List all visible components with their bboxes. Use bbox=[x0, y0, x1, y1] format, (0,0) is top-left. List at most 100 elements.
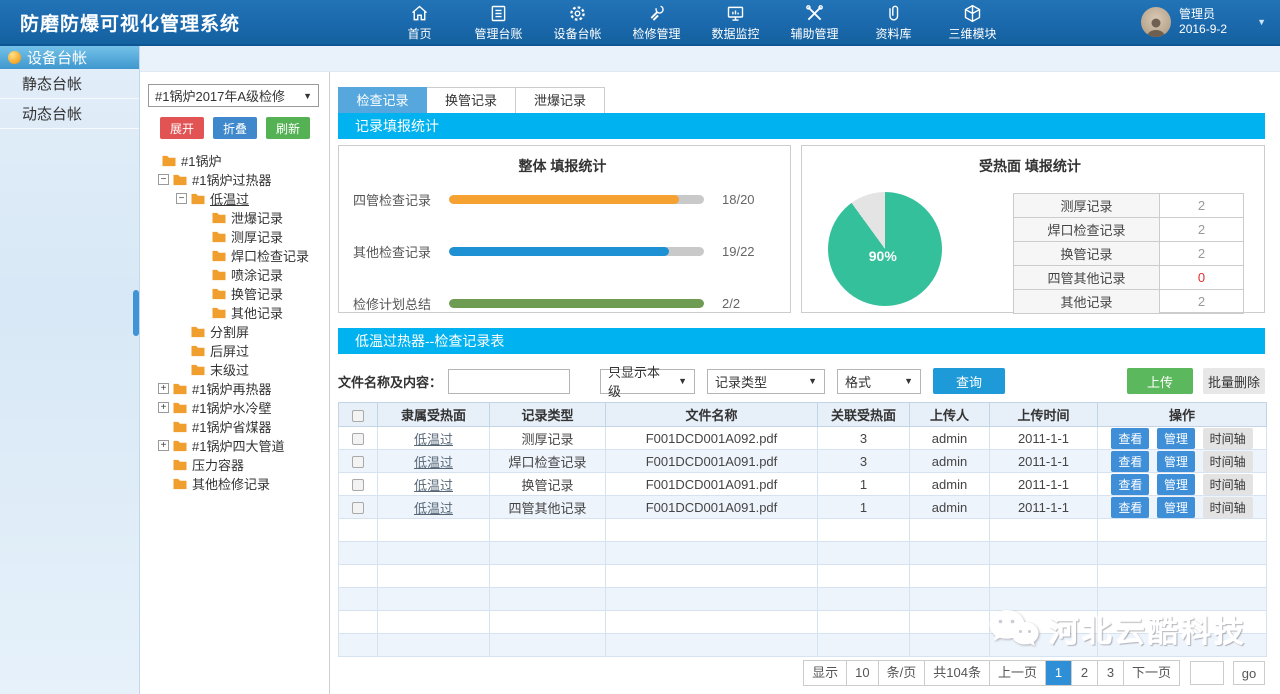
record-type-cell: 四管其他记录 bbox=[490, 496, 606, 519]
search-button[interactable]: 查询 bbox=[933, 368, 1005, 394]
nav-item-3d[interactable]: 三维模块 bbox=[933, 0, 1012, 44]
file-name-input[interactable] bbox=[448, 369, 570, 394]
tree-node[interactable]: +#1锅炉水冷壁 bbox=[140, 398, 329, 417]
row-checkbox[interactable] bbox=[352, 479, 364, 491]
table-row: 测厚记录2 bbox=[1014, 194, 1244, 218]
refresh-button[interactable]: 刷新 bbox=[266, 117, 310, 139]
plan-select-value: #1锅炉2017年A级检修 bbox=[155, 86, 285, 105]
sidebar: 设备台帐 静态台帐 动态台帐 bbox=[0, 46, 140, 694]
sidebar-item-dynamic-ledger[interactable]: 动态台帐 bbox=[0, 99, 139, 129]
nav-label: 资料库 bbox=[875, 25, 911, 42]
surface-link[interactable]: 低温过 bbox=[414, 501, 453, 516]
bar-value: 18/20 bbox=[722, 192, 755, 207]
tree-node[interactable]: 其他记录 bbox=[140, 303, 329, 322]
folder-icon bbox=[211, 306, 227, 319]
format-select[interactable]: 格式 ▼ bbox=[837, 369, 921, 394]
tree-node-label: 焊口检查记录 bbox=[231, 246, 309, 265]
folder-icon bbox=[211, 249, 227, 262]
tree-node[interactable]: #1锅炉 bbox=[140, 151, 329, 170]
collapse-button[interactable]: 折叠 bbox=[213, 117, 257, 139]
expander-icon[interactable]: + bbox=[158, 440, 169, 451]
tree-node[interactable]: 末级过 bbox=[140, 360, 329, 379]
tree-node[interactable]: −#1锅炉过热器 bbox=[140, 170, 329, 189]
expand-button[interactable]: 展开 bbox=[160, 117, 204, 139]
expander-icon[interactable]: − bbox=[176, 193, 187, 204]
sidebar-item-static-ledger[interactable]: 静态台帐 bbox=[0, 69, 139, 99]
page-button-3[interactable]: 3 bbox=[1097, 661, 1123, 685]
row-checkbox[interactable] bbox=[352, 456, 364, 468]
timeline-button[interactable]: 时间轴 bbox=[1203, 497, 1253, 518]
tree-node[interactable]: 焊口检查记录 bbox=[140, 246, 329, 265]
manage-button[interactable]: 管理 bbox=[1157, 451, 1195, 472]
tree-node[interactable]: 喷涂记录 bbox=[140, 265, 329, 284]
tab-inspection-records[interactable]: 检查记录 bbox=[338, 87, 427, 113]
expander-icon[interactable]: − bbox=[158, 174, 169, 185]
page-size-select[interactable]: 10 bbox=[846, 661, 877, 685]
surface-count-label: 其他记录 bbox=[1014, 290, 1160, 314]
chevron-down-icon[interactable]: ▼ bbox=[1257, 17, 1266, 27]
expander-icon[interactable]: + bbox=[158, 402, 169, 413]
user-name: 管理员 bbox=[1179, 7, 1227, 22]
pager-perpage-label: 条/页 bbox=[878, 661, 925, 685]
nav-item-library[interactable]: 资料库 bbox=[854, 0, 933, 44]
surface-link[interactable]: 低温过 bbox=[414, 432, 453, 447]
surface-count: 2 bbox=[1160, 218, 1244, 242]
user-menu[interactable]: 管理员 2016-9-2 ▼ bbox=[1141, 7, 1280, 37]
page-button-1[interactable]: 1 bbox=[1045, 661, 1071, 685]
select-all-checkbox[interactable] bbox=[352, 410, 364, 422]
tab-explosion-records[interactable]: 泄爆记录 bbox=[516, 87, 605, 113]
tree-node[interactable]: 压力容器 bbox=[140, 455, 329, 474]
prev-page-button[interactable]: 上一页 bbox=[989, 661, 1045, 685]
tree-node[interactable]: +#1锅炉再热器 bbox=[140, 379, 329, 398]
tab-tube-replacement-records[interactable]: 换管记录 bbox=[427, 87, 516, 113]
folder-icon bbox=[172, 420, 188, 433]
timeline-button[interactable]: 时间轴 bbox=[1203, 474, 1253, 495]
tree-node[interactable]: −低温过 bbox=[140, 189, 329, 208]
go-button[interactable]: go bbox=[1233, 661, 1265, 685]
timeline-button[interactable]: 时间轴 bbox=[1203, 428, 1253, 449]
manage-button[interactable]: 管理 bbox=[1157, 428, 1195, 449]
pager-show-label: 显示 bbox=[804, 661, 846, 685]
surface-link[interactable]: 低温过 bbox=[414, 478, 453, 493]
view-button[interactable]: 查看 bbox=[1111, 497, 1149, 518]
scrollbar-thumb[interactable] bbox=[133, 290, 139, 336]
scope-select[interactable]: 只显示本级 ▼ bbox=[600, 369, 695, 394]
tree-node[interactable]: 测厚记录 bbox=[140, 227, 329, 246]
tree-node[interactable]: +#1锅炉四大管道 bbox=[140, 436, 329, 455]
linked-surface-cell: 3 bbox=[818, 427, 910, 450]
next-page-button[interactable]: 下一页 bbox=[1123, 661, 1179, 685]
plan-select[interactable]: #1锅炉2017年A级检修 ▼ bbox=[148, 84, 319, 107]
table-row: 换管记录2 bbox=[1014, 242, 1244, 266]
goto-page-input[interactable] bbox=[1190, 661, 1224, 685]
nav-item-equipment[interactable]: 设备台帐 bbox=[538, 0, 617, 44]
tree-node-label: #1锅炉省煤器 bbox=[192, 417, 271, 436]
nav-item-maintenance[interactable]: 检修管理 bbox=[617, 0, 696, 44]
surface-link[interactable]: 低温过 bbox=[414, 455, 453, 470]
view-button[interactable]: 查看 bbox=[1111, 474, 1149, 495]
timeline-button[interactable]: 时间轴 bbox=[1203, 451, 1253, 472]
expander-icon[interactable]: + bbox=[158, 383, 169, 394]
nav-item-ledger[interactable]: 管理台账 bbox=[459, 0, 538, 44]
nav-item-auxiliary[interactable]: 辅助管理 bbox=[775, 0, 854, 44]
view-button[interactable]: 查看 bbox=[1111, 451, 1149, 472]
record-type-select[interactable]: 记录类型 ▼ bbox=[707, 369, 825, 394]
sidebar-item-equipment-ledger[interactable]: 设备台帐 bbox=[0, 46, 139, 69]
tree-node[interactable]: 其他检修记录 bbox=[140, 474, 329, 493]
upload-button[interactable]: 上传 bbox=[1127, 368, 1193, 394]
view-button[interactable]: 查看 bbox=[1111, 428, 1149, 449]
row-checkbox[interactable] bbox=[352, 502, 364, 514]
tree-node[interactable]: 分割屏 bbox=[140, 322, 329, 341]
nav-item-home[interactable]: 首页 bbox=[380, 0, 459, 44]
nav-item-monitor[interactable]: 数据监控 bbox=[696, 0, 775, 44]
folder-icon bbox=[190, 363, 206, 376]
tree-node[interactable]: 泄爆记录 bbox=[140, 208, 329, 227]
manage-button[interactable]: 管理 bbox=[1157, 474, 1195, 495]
tree-node[interactable]: 后屏过 bbox=[140, 341, 329, 360]
tree-node[interactable]: #1锅炉省煤器 bbox=[140, 417, 329, 436]
manage-button[interactable]: 管理 bbox=[1157, 497, 1195, 518]
monitor-icon bbox=[725, 3, 746, 24]
tree-node[interactable]: 换管记录 bbox=[140, 284, 329, 303]
row-checkbox[interactable] bbox=[352, 433, 364, 445]
batch-delete-button[interactable]: 批量删除 bbox=[1203, 368, 1265, 394]
page-button-2[interactable]: 2 bbox=[1071, 661, 1097, 685]
